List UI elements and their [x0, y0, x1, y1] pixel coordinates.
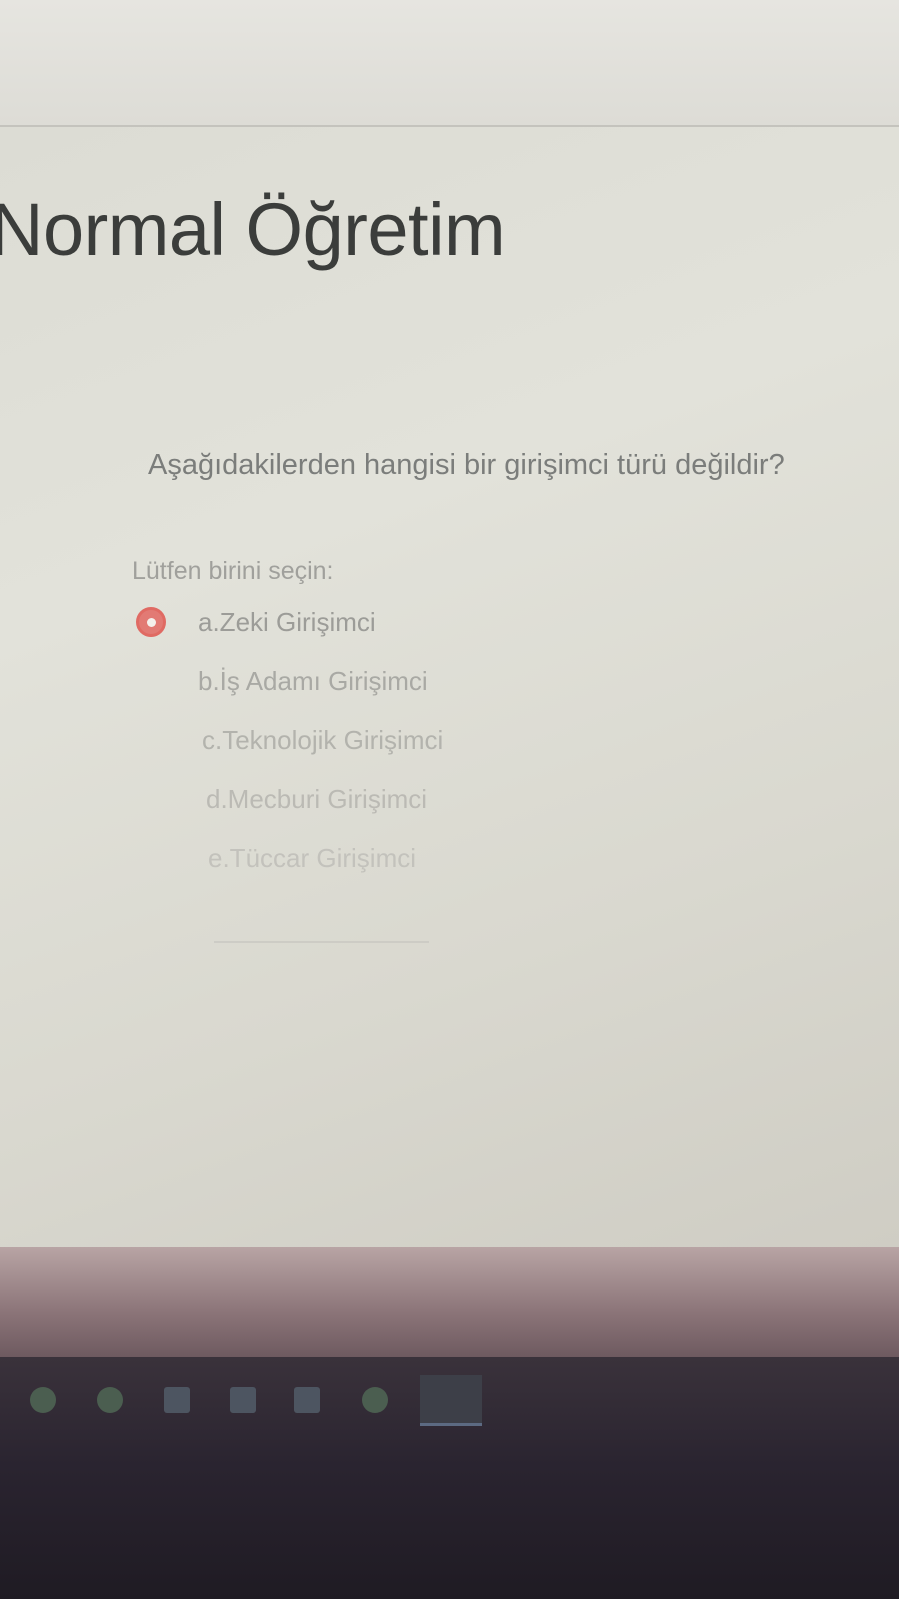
radio-selected-icon[interactable] [136, 607, 166, 637]
browser-top-area [0, 0, 899, 127]
visual-studio-icon[interactable] [230, 1387, 256, 1413]
answer-option-label[interactable]: c.Teknolojik Girişimci [202, 725, 443, 756]
answer-option-label[interactable]: d.Mecburi Girişimci [206, 784, 427, 815]
answer-option-label[interactable]: b.İş Adamı Girişimci [198, 666, 428, 697]
app-icon[interactable] [294, 1387, 320, 1413]
active-app-icon[interactable] [420, 1375, 482, 1426]
whatsapp-icon[interactable] [30, 1387, 56, 1413]
question-text: Aşağıdakilerden hangisi bir girişimci tü… [148, 449, 785, 481]
answer-option-b[interactable]: b.İş Adamı Girişimci [132, 664, 532, 723]
answer-option-label[interactable]: a.Zeki Girişimci [198, 607, 376, 638]
taskbar [0, 1357, 899, 1599]
answer-options: a.Zeki Girişimci b.İş Adamı Girişimci c.… [132, 605, 532, 900]
monitor-bezel [0, 1247, 899, 1357]
settings-icon[interactable] [362, 1387, 388, 1413]
quiz-page: Normal Öğretim Aşağıdakilerden hangisi b… [0, 127, 899, 1247]
answer-prompt: Lütfen birini seçin: [132, 557, 334, 585]
clear-choice-link[interactable] [214, 923, 429, 943]
chrome-icon[interactable] [97, 1387, 123, 1413]
answer-option-label[interactable]: e.Tüccar Girişimci [208, 843, 416, 874]
file-explorer-icon[interactable] [164, 1387, 190, 1413]
answer-option-c[interactable]: c.Teknolojik Girişimci [132, 723, 532, 782]
answer-option-a[interactable]: a.Zeki Girişimci [132, 605, 532, 664]
answer-option-e[interactable]: e.Tüccar Girişimci [132, 841, 532, 900]
page-title: Normal Öğretim [0, 188, 506, 271]
answer-option-d[interactable]: d.Mecburi Girişimci [132, 782, 532, 841]
